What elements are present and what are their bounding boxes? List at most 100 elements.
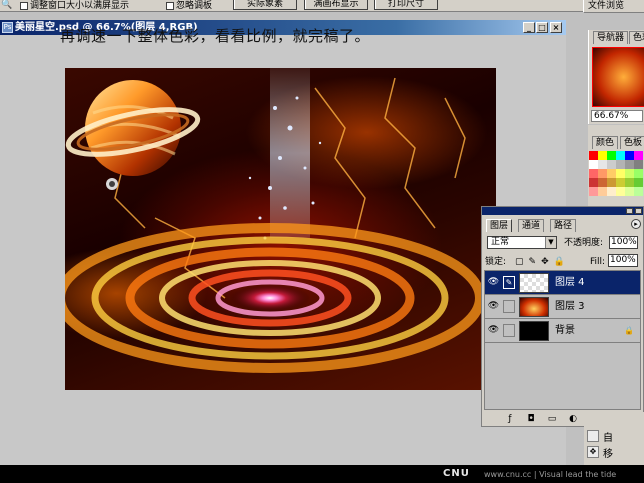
- layer-row-background[interactable]: 👁 背景 🔒: [485, 319, 640, 343]
- lock-all-icon[interactable]: 🔒: [554, 256, 565, 268]
- color-swatch[interactable]: [616, 178, 625, 187]
- ringed-planet: [65, 80, 201, 176]
- tab-paths[interactable]: 路径: [550, 219, 577, 232]
- light-beam: [270, 68, 310, 238]
- palette-minimize-button[interactable]: [626, 208, 633, 214]
- zoom-tool-icon[interactable]: 🔍: [1, 0, 13, 11]
- color-swatch[interactable]: [616, 169, 625, 178]
- color-swatch[interactable]: [625, 151, 634, 160]
- swatch-grid: [589, 151, 644, 196]
- tab-color-info[interactable]: 色彩: [629, 31, 644, 44]
- close-button[interactable]: ×: [550, 22, 562, 33]
- color-swatch[interactable]: [598, 151, 607, 160]
- add-mask-icon[interactable]: ◘: [525, 413, 537, 425]
- color-swatch[interactable]: [607, 151, 616, 160]
- tab-navigator[interactable]: 导航器: [593, 31, 629, 44]
- palette-menu-button[interactable]: ▸: [631, 219, 641, 229]
- tab-channels[interactable]: 通道: [518, 219, 545, 232]
- color-swatch[interactable]: [616, 187, 625, 196]
- swatches-palette: 颜色 色板: [588, 125, 644, 209]
- color-swatch[interactable]: [607, 178, 616, 187]
- layer-row-layer4[interactable]: 👁 ✎ 图层 4: [485, 271, 640, 295]
- color-swatch[interactable]: [634, 178, 643, 187]
- tab-layers[interactable]: 图层: [486, 219, 513, 232]
- color-swatch[interactable]: [589, 178, 598, 187]
- actual-pixels-button[interactable]: 实际象素: [233, 0, 297, 10]
- layer-thumbnail: [519, 273, 549, 293]
- ignore-palettes-label: 忽略调板: [176, 1, 213, 11]
- artwork-illustration: [65, 68, 485, 373]
- layer-name: 图层 3: [555, 301, 585, 312]
- ignore-palettes-checkbox[interactable]: 忽略调板: [166, 1, 212, 11]
- color-swatch[interactable]: [625, 178, 634, 187]
- navigator-preview[interactable]: [592, 47, 644, 107]
- history-palette: 自 ✥ 移: [584, 412, 644, 465]
- layer-name: 背景: [555, 325, 575, 336]
- resize-window-label: 调整窗口大小以满屏显示: [30, 1, 130, 11]
- blend-mode-select[interactable]: 正常 ▼: [487, 236, 557, 249]
- color-swatch[interactable]: [625, 169, 634, 178]
- link-icon[interactable]: [503, 324, 515, 337]
- color-swatch[interactable]: [634, 160, 643, 169]
- color-swatch[interactable]: [598, 187, 607, 196]
- layers-palette-tabs: 图层 通道 路径: [482, 216, 643, 232]
- lock-options: ▢ ✎ ✥ 🔒: [515, 256, 565, 268]
- lock-label: 锁定:: [485, 257, 507, 267]
- layers-palette-title-bar[interactable]: [482, 207, 643, 215]
- color-swatch[interactable]: [589, 169, 598, 178]
- brand-tagline: www.cnu.cc | Visual lead the tide: [484, 470, 617, 479]
- chevron-down-icon[interactable]: ▼: [545, 237, 556, 248]
- file-browser-tab[interactable]: 文件浏览: [583, 0, 644, 13]
- color-swatch[interactable]: [607, 169, 616, 178]
- color-swatch[interactable]: [607, 187, 616, 196]
- options-bar: 🔍 调整窗口大小以满屏显示 忽略调板 实际象素 满画布显示 打印尺寸 文件浏览: [0, 0, 644, 13]
- print-size-button[interactable]: 打印尺寸: [374, 0, 438, 10]
- small-spaceship: [106, 178, 118, 190]
- color-swatch[interactable]: [598, 160, 607, 169]
- layer-style-icon[interactable]: ƒ: [504, 413, 516, 425]
- color-swatch[interactable]: [607, 160, 616, 169]
- lock-brush-icon[interactable]: ✎: [529, 256, 537, 268]
- color-swatch[interactable]: [616, 151, 625, 160]
- color-swatch[interactable]: [616, 160, 625, 169]
- color-swatch[interactable]: [589, 187, 598, 196]
- color-swatch[interactable]: [598, 178, 607, 187]
- color-swatch[interactable]: [589, 151, 598, 160]
- color-swatch[interactable]: [634, 169, 643, 178]
- history-item[interactable]: 自: [587, 429, 613, 444]
- tab-color[interactable]: 颜色: [592, 136, 619, 149]
- layer-thumbnail: [519, 321, 549, 341]
- history-step-icon: [587, 430, 599, 442]
- link-icon[interactable]: [503, 300, 515, 313]
- resize-window-checkbox[interactable]: 调整窗口大小以满屏显示: [20, 1, 129, 11]
- brush-link-icon[interactable]: ✎: [503, 276, 515, 289]
- fill-input[interactable]: 100%: [608, 254, 638, 267]
- opacity-input[interactable]: 100%: [609, 236, 638, 249]
- fit-screen-button[interactable]: 满画布显示: [304, 0, 368, 10]
- palette-close-button[interactable]: [635, 208, 642, 214]
- lock-transparency-icon[interactable]: ▢: [515, 256, 524, 268]
- maximize-button[interactable]: □: [536, 22, 548, 33]
- visibility-eye-icon[interactable]: 👁: [487, 300, 500, 313]
- minimize-button[interactable]: _: [523, 22, 535, 33]
- navigator-zoom-field[interactable]: 66.67%: [591, 110, 643, 122]
- color-swatch[interactable]: [589, 160, 598, 169]
- lock-move-icon[interactable]: ✥: [541, 256, 549, 268]
- visibility-eye-icon[interactable]: 👁: [487, 324, 500, 337]
- history-item[interactable]: ✥ 移: [587, 445, 613, 460]
- blend-mode-value: 正常: [491, 237, 510, 247]
- space-artwork[interactable]: [65, 68, 496, 390]
- color-swatch[interactable]: [625, 160, 634, 169]
- color-swatch[interactable]: [634, 187, 643, 196]
- color-swatch[interactable]: [625, 187, 634, 196]
- tab-swatches[interactable]: 色板: [620, 136, 644, 149]
- checkbox-box[interactable]: [166, 2, 174, 10]
- color-swatch[interactable]: [634, 151, 643, 160]
- lock-icon: 🔒: [624, 326, 634, 335]
- layer-row-layer3[interactable]: 👁 图层 3: [485, 295, 640, 319]
- color-swatch[interactable]: [598, 169, 607, 178]
- visibility-eye-icon[interactable]: 👁: [487, 276, 500, 289]
- checkbox-box[interactable]: [20, 2, 28, 10]
- new-set-icon[interactable]: ▭: [546, 413, 558, 425]
- adjustment-layer-icon[interactable]: ◐: [567, 413, 579, 425]
